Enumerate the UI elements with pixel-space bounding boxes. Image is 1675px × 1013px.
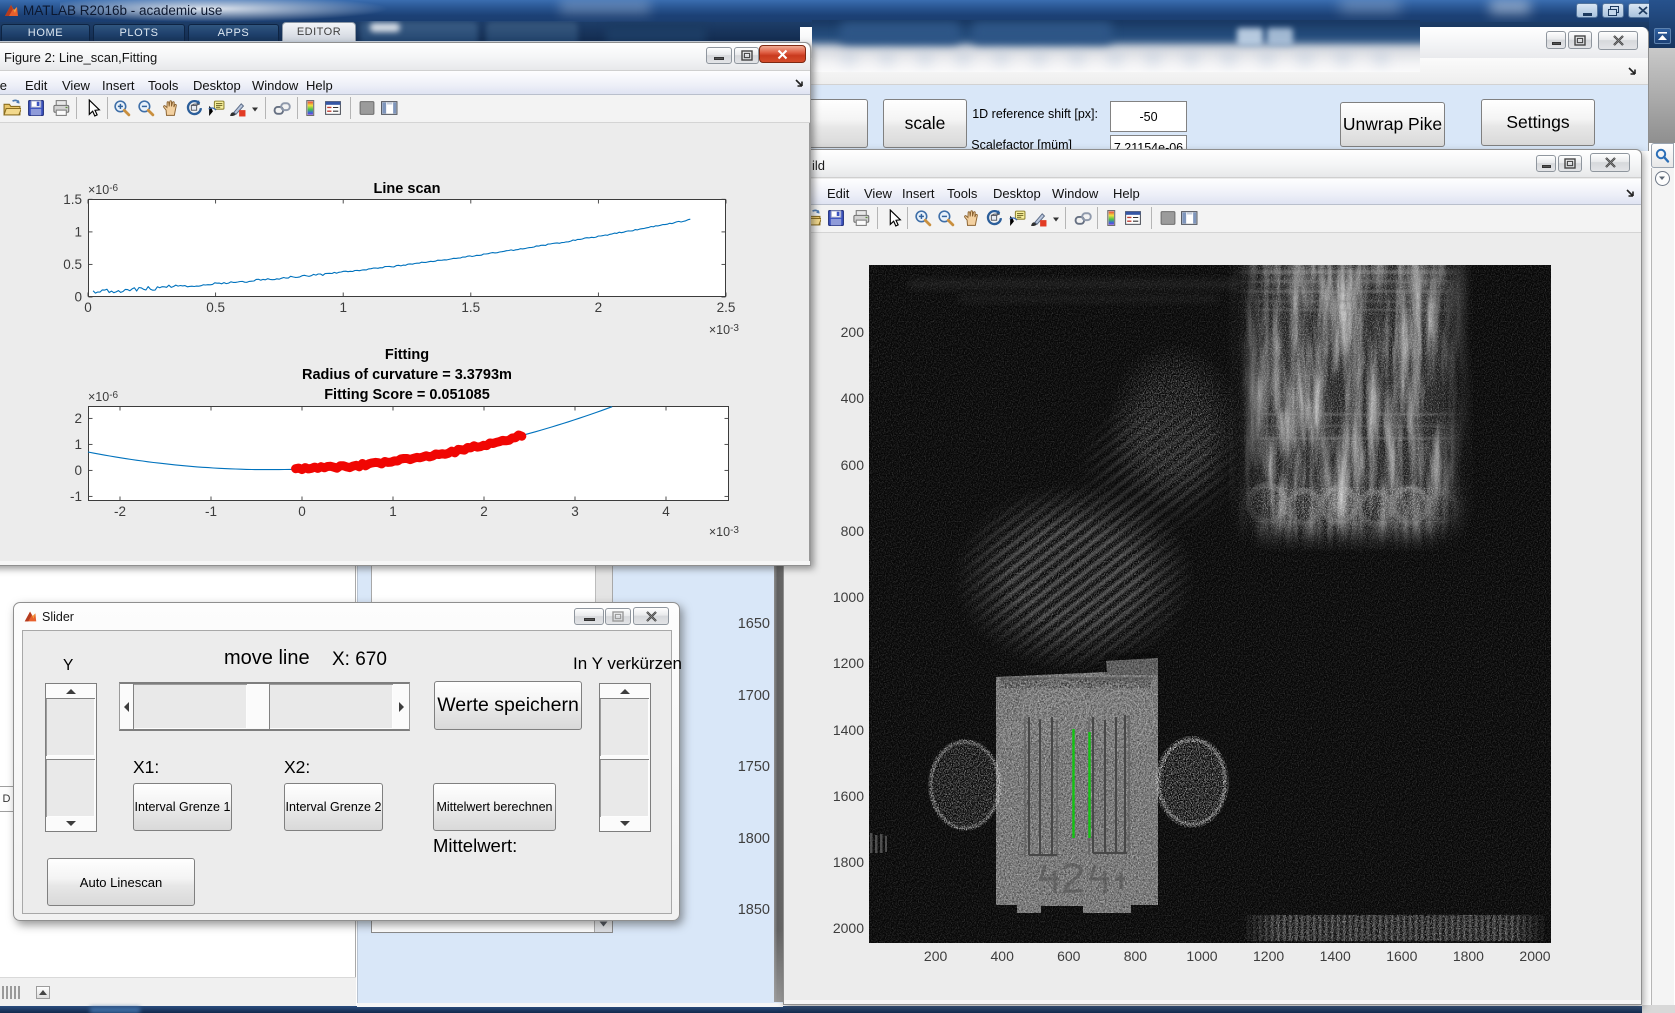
svg-text:×10-6: ×10-6	[88, 390, 119, 404]
svg-text:0.5: 0.5	[206, 300, 225, 315]
svg-text:0: 0	[84, 300, 92, 315]
svg-text:-1: -1	[205, 504, 217, 519]
svg-text:×10-3: ×10-3	[709, 323, 740, 337]
svg-text:×10-3: ×10-3	[709, 525, 740, 539]
svg-text:1: 1	[74, 224, 82, 239]
svg-text:2.5: 2.5	[717, 300, 736, 315]
svg-text:4: 4	[662, 504, 670, 519]
svg-text:3: 3	[571, 504, 579, 519]
svg-text:1: 1	[339, 300, 347, 315]
svg-text:Line scan: Line scan	[374, 181, 441, 197]
svg-text:1: 1	[74, 437, 82, 452]
svg-text:0: 0	[74, 290, 82, 305]
svg-text:Fitting: Fitting	[385, 347, 429, 363]
svg-text:0.5: 0.5	[63, 257, 82, 272]
svg-text:-1: -1	[70, 489, 82, 504]
svg-text:0: 0	[298, 504, 306, 519]
svg-text:×10-6: ×10-6	[88, 183, 119, 197]
svg-text:1.5: 1.5	[63, 192, 82, 207]
svg-text:2: 2	[480, 504, 488, 519]
svg-text:1: 1	[389, 504, 397, 519]
svg-text:Fitting Score = 0.051085: Fitting Score = 0.051085	[324, 387, 490, 403]
svg-text:2: 2	[74, 411, 82, 426]
svg-text:0: 0	[74, 463, 82, 478]
svg-text:-2: -2	[114, 504, 126, 519]
svg-text:1.5: 1.5	[461, 300, 480, 315]
svg-text:Radius of curvature = 3.3793m: Radius of curvature = 3.3793m	[302, 367, 512, 383]
svg-text:2: 2	[595, 300, 603, 315]
